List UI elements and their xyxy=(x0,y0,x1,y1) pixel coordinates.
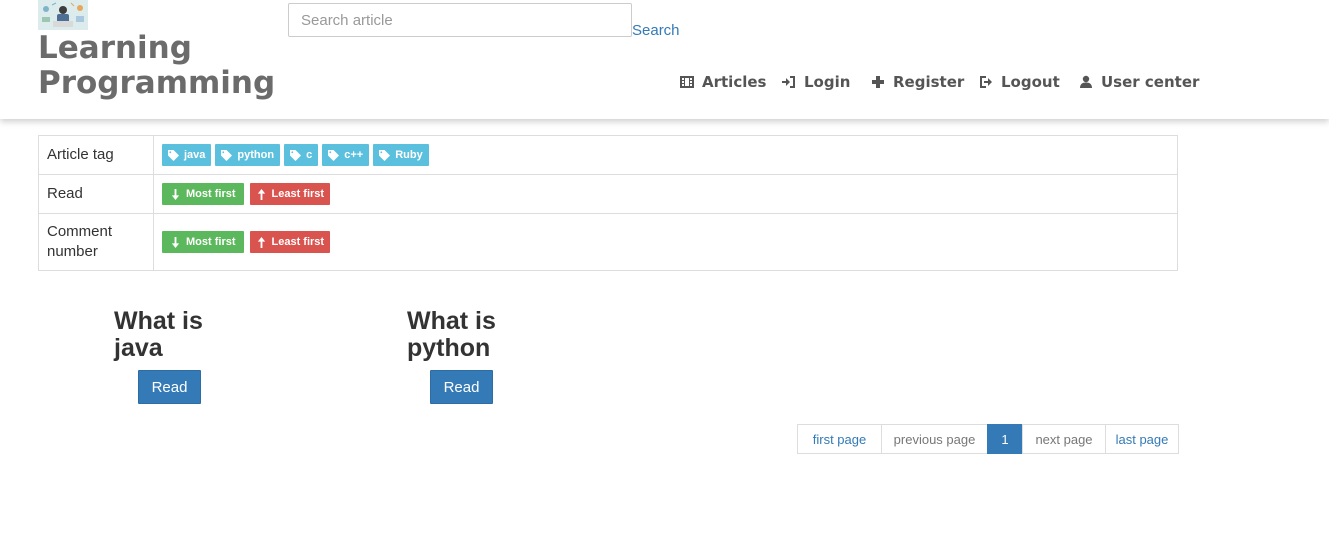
film-icon xyxy=(680,76,694,88)
filter-label-read: Read xyxy=(38,174,154,214)
tag-python[interactable]: python xyxy=(215,144,281,166)
arrow-up-icon xyxy=(257,188,265,200)
site-logo[interactable] xyxy=(38,0,88,30)
current-page[interactable]: 1 xyxy=(987,424,1023,454)
tag-icon xyxy=(328,149,340,161)
tag-icon xyxy=(168,149,179,161)
first-page-link[interactable]: first page xyxy=(797,424,882,454)
arrow-down-icon xyxy=(171,188,180,200)
tag-java[interactable]: java xyxy=(162,144,212,166)
nav-logout-label: Logout xyxy=(1001,73,1060,91)
login-icon xyxy=(782,76,795,88)
plus-icon xyxy=(872,76,884,88)
tag-icon xyxy=(379,149,391,161)
read-sort-buttons: Most first Least first xyxy=(153,174,1178,214)
user-icon xyxy=(1080,75,1092,88)
filter-table: Article tag java python c c++ Ruby Read Most… xyxy=(38,135,1178,271)
last-page-link[interactable]: last page xyxy=(1105,424,1179,454)
tag-cpp[interactable]: c++ xyxy=(322,144,370,166)
read-button-python[interactable]: Read xyxy=(430,370,493,404)
search-input[interactable] xyxy=(288,3,632,37)
site-header: Learning Programming Search Articles Log… xyxy=(0,0,1329,119)
tag-icon xyxy=(290,149,302,161)
nav-articles-label: Articles xyxy=(702,73,767,91)
nav-user-center[interactable]: User center xyxy=(1079,73,1199,91)
comment-sort-buttons: Most first Least first xyxy=(153,213,1178,271)
arrow-down-icon xyxy=(171,236,180,248)
read-most-first-button[interactable]: Most first xyxy=(162,183,244,205)
tag-c[interactable]: c xyxy=(284,144,319,166)
filter-row-tags: Article tag java python c c++ Ruby xyxy=(38,135,1178,175)
nav-articles[interactable]: Articles xyxy=(680,73,766,91)
article-title-java[interactable]: What is java xyxy=(114,308,224,362)
nav-register-label: Register xyxy=(893,73,965,91)
search-button[interactable]: Search xyxy=(632,22,680,39)
filter-row-read: Read Most first Least first xyxy=(38,174,1178,214)
nav-register[interactable]: Register xyxy=(871,73,964,91)
arrow-up-icon xyxy=(257,236,265,248)
nav-logout[interactable]: Logout xyxy=(979,73,1060,91)
site-title[interactable]: Learning Programming xyxy=(38,31,275,101)
read-button-java[interactable]: Read xyxy=(138,370,201,404)
filter-row-comments: Comment number Most first Least first xyxy=(38,213,1178,271)
nav-login-label: Login xyxy=(804,73,851,91)
tag-list: java python c c++ Ruby xyxy=(153,135,1178,175)
read-least-first-button[interactable]: Least first xyxy=(249,183,331,205)
next-page-link[interactable]: next page xyxy=(1022,424,1106,454)
article-title-python[interactable]: What is python xyxy=(407,308,517,362)
filter-label-tags: Article tag xyxy=(38,135,154,175)
tag-ruby[interactable]: Ruby xyxy=(373,144,429,166)
previous-page-link[interactable]: previous page xyxy=(881,424,988,454)
logout-icon xyxy=(980,76,992,88)
tag-icon xyxy=(221,149,233,161)
comment-least-first-button[interactable]: Least first xyxy=(249,231,331,253)
nav-login[interactable]: Login xyxy=(782,73,850,91)
comment-most-first-button[interactable]: Most first xyxy=(162,231,244,253)
nav-user-center-label: User center xyxy=(1101,73,1200,91)
pagination: first page previous page 1 next page las… xyxy=(797,424,1179,454)
filter-label-comments: Comment number xyxy=(38,213,154,271)
